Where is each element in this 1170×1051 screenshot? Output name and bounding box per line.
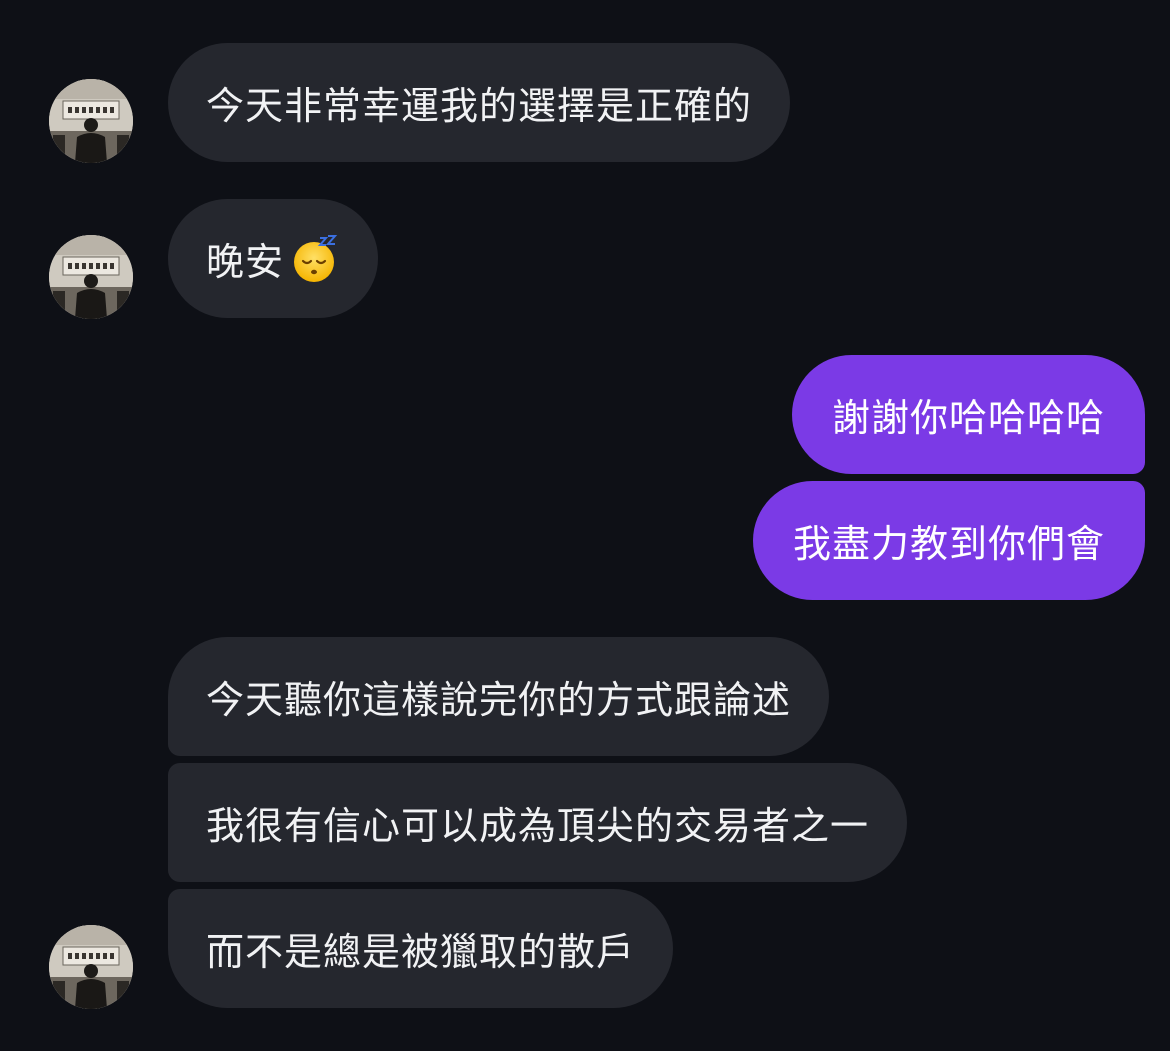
message-bubble[interactable]: 我很有信心可以成為頂尖的交易者之一: [168, 763, 908, 882]
message-bubble[interactable]: 今天非常幸運我的選擇是正確的: [168, 43, 791, 162]
avatar-photo-icon: [49, 235, 133, 319]
contact-avatar[interactable]: [49, 925, 133, 1009]
message-text: 今天聽你這樣說完你的方式跟論述: [206, 678, 792, 722]
message-bubble[interactable]: 今天聽你這樣說完你的方式跟論述: [168, 637, 830, 756]
avatar-photo-icon: [49, 925, 133, 1009]
message-text: 謝謝你哈哈哈哈: [831, 396, 1105, 440]
message-bubble[interactable]: 晚安: [168, 199, 379, 318]
sleeping-face-icon: [290, 234, 340, 284]
contact-avatar[interactable]: [49, 235, 133, 319]
message-bubble[interactable]: 而不是總是被獵取的散戶: [168, 889, 674, 1008]
message-text: 晚安: [206, 240, 285, 284]
message-text: 而不是總是被獵取的散戶: [206, 930, 636, 974]
contact-avatar[interactable]: [49, 79, 133, 163]
message-bubble-outgoing[interactable]: 謝謝你哈哈哈哈: [791, 355, 1145, 474]
message-text: 今天非常幸運我的選擇是正確的: [206, 84, 753, 128]
avatar-photo-icon: [49, 79, 133, 163]
message-bubble-outgoing[interactable]: 我盡力教到你們會: [752, 481, 1145, 600]
message-text: 我很有信心可以成為頂尖的交易者之一: [206, 804, 870, 848]
message-text: 我盡力教到你們會: [792, 522, 1105, 566]
chat-screen: { "conversation": { "messages": [ {"send…: [0, 0, 1170, 1051]
